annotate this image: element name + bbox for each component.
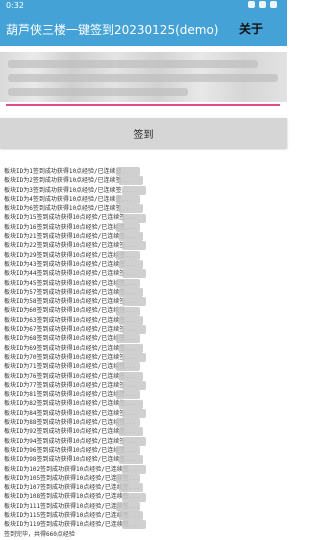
redacted-patch [119,511,143,521]
redacted-patch [116,334,140,344]
log-line: 板块ID为76签到成功获得10点经验/已连续签... [4,372,137,380]
log-line: 板块ID为63签到成功获得10点经验/已连续签... [4,316,137,324]
redacted-patch [116,501,140,511]
log-line: 板块ID为2签到成功获得10点经验/已连续签... [4,177,133,185]
log-line: 板块ID为29签到成功获得10点经验/已连续签... [4,251,137,259]
redacted-patch [122,241,146,251]
log-line: 板块ID为92签到成功获得10点经验/已连续签... [4,428,137,436]
log-line: 板块ID为108签到成功获得10点经验/已连续签... [4,493,140,501]
redacted-patch [116,222,140,232]
redacted-patch [119,260,143,269]
status-time: 0:32 [6,1,24,10]
log-line: 板块ID为57签到成功获得10点经验/已连续签... [4,288,137,296]
redacted-patch [122,464,146,474]
log-line: 板块ID为6签到成功获得10点经验/已连续签... [4,205,133,213]
log-line: 板块ID为45签到成功获得10点经验/已连续签... [4,279,137,287]
redacted-patch [116,446,140,455]
redacted-patch [116,194,140,204]
log-line: 板块ID为102签到成功获得10点经验/已连续签... [4,465,140,473]
log-line: 板块ID为16签到成功获得10点经验/已连续签... [4,223,137,231]
log-line: 板块ID为15签到成功获得10点经验/已连续签... [4,214,137,222]
redacted-patch [119,176,143,186]
log-line: 板块ID为58签到成功获得10点经验/已连续签... [4,298,137,306]
log-line: 板块ID为43签到成功获得10点经验/已连续签... [4,260,137,268]
redacted-patch [119,399,143,409]
log-line: 板块ID为111签到成功获得10点经验/已连续签... [4,502,140,510]
redacted-patch [122,380,146,390]
redacted-patch [119,427,143,437]
log-line: 板块ID为115签到成功获得10点经验/已连续签... [4,511,140,519]
redacted-patch [119,204,143,214]
log-line: 板块ID为82签到成功获得10点经验/已连续签... [4,400,137,408]
redacted-patch [116,278,140,288]
log-line: 板块ID为21签到成功获得10点经验/已连续签... [4,233,137,241]
redacted-patch [122,185,146,195]
log-line: 板块ID为107签到成功获得10点经验/已连续签... [4,484,140,492]
input-underline [6,104,280,106]
redacted-patch [122,492,146,502]
log-line: 板块ID为81签到成功获得10点经验/已连续签... [4,391,137,399]
log-line: 板块ID为105签到成功获得10点经验/已连续签... [4,474,140,482]
log-line: 板块ID为44签到成功获得10点经验/已连续签... [4,270,137,278]
log-line: 板块ID为119签到成功获得10点经验/已连续签... [4,521,140,529]
log-line: 板块ID为70签到成功获得10点经验/已连续签... [4,353,137,361]
log-line: 板块ID为3签到成功获得10点经验/已连续签... [4,186,133,194]
status-icons [248,1,277,8]
battery-icon [270,1,277,8]
log-line: 板块ID为84签到成功获得10点经验/已连续签... [4,409,137,417]
about-menu-button[interactable]: 关于 [239,20,263,37]
redacted-patch [119,371,143,381]
redacted-patch [122,297,146,307]
redacted-patch [116,167,140,176]
log-line: 板块ID为60签到成功获得10点经验/已连续签... [4,307,137,315]
redacted-patch [116,250,140,260]
redacted-patch [119,315,143,325]
app-title: 葫芦侠三楼一键签到20230125(demo) [6,23,219,37]
redacted-patch [122,436,146,446]
redacted-patch [122,325,146,335]
wifi-icon [248,1,255,8]
log-line: 签到完毕，共得660点经验 [4,530,75,538]
redacted-input-text [8,88,188,96]
redacted-patch [119,343,143,353]
redacted-input-text [8,74,278,82]
redacted-patch [116,473,140,483]
log-output: 板块ID为1签到成功获得10点经验/已连续签... 板块ID为2签到成功获得10点… [4,167,204,539]
log-line: 板块ID为69签到成功获得10点经验/已连续签... [4,344,137,352]
app-bar: 葫芦侠三楼一键签到20230125(demo) 关于 [0,12,287,46]
signal-icon [259,1,266,8]
log-line: 板块ID为98签到成功获得10点经验/已连续签... [4,456,137,464]
log-line: 板块ID为1签到成功获得10点经验/已连续签... [4,168,133,175]
redacted-patch [116,390,140,400]
redacted-patch [116,306,140,316]
log-line: 板块ID为88签到成功获得10点经验/已连续签... [4,419,137,427]
redacted-patch [119,483,143,493]
log-line: 板块ID为67签到成功获得10点经验/已连续签... [4,326,137,334]
redacted-patch [116,418,140,428]
log-line: 板块ID为68签到成功获得10点经验/已连续签... [4,335,137,343]
checkin-button[interactable]: 签到 [0,118,287,148]
redacted-patch [122,269,146,279]
log-line: 板块ID为4签到成功获得10点经验/已连续签... [4,195,133,203]
redacted-patch [122,408,146,418]
redacted-patch [122,520,146,530]
redacted-patch [119,455,143,465]
redacted-input-text [8,60,258,68]
redacted-patch [116,362,140,372]
redacted-patch [119,287,143,297]
log-line: 板块ID为94签到成功获得10点经验/已连续签... [4,437,137,445]
status-bar: 0:32 [0,0,287,12]
redacted-patch [119,232,143,242]
log-line: 板块ID为22签到成功获得10点经验/已连续签... [4,242,137,250]
log-line: 板块ID为77签到成功获得10点经验/已连续签... [4,381,137,389]
redacted-patch [122,213,146,223]
redacted-patch [122,353,146,362]
cookie-input-field[interactable] [0,52,287,102]
log-line: 板块ID为96签到成功获得10点经验/已连续签... [4,446,137,454]
log-line: 板块ID为71签到成功获得10点经验/已连续签... [4,363,137,371]
